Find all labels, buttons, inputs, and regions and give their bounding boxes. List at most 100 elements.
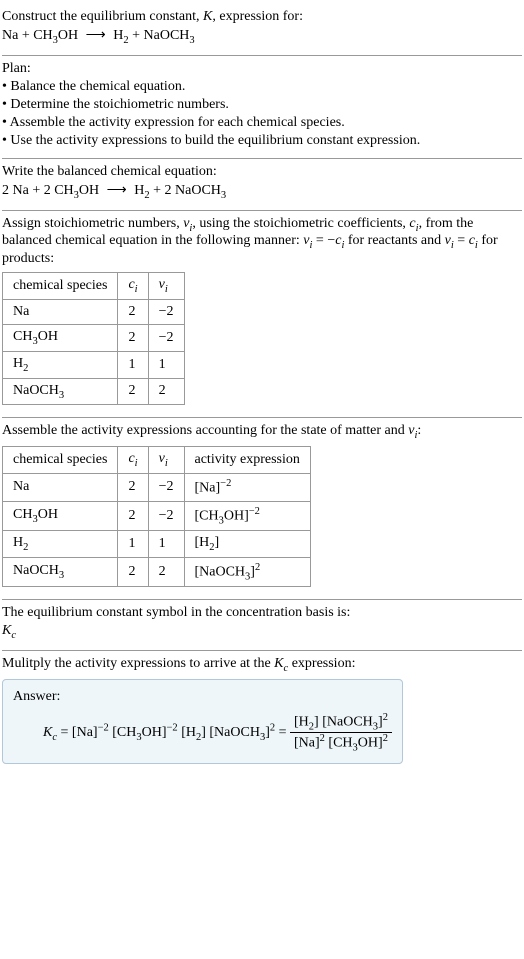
assemble-p1: Assemble the activity expressions accoun…	[2, 423, 408, 438]
act-s2: −2	[249, 506, 260, 517]
K: K	[274, 656, 283, 671]
act-a: [H	[195, 535, 210, 550]
sp-a: NaOCH	[13, 563, 59, 578]
n1a: [H	[294, 715, 309, 730]
bal-r2: + 2 NaOCH	[150, 183, 221, 198]
sp-s: 2	[23, 542, 28, 553]
cell-species: Na	[3, 473, 118, 501]
plan-bullet-3: • Assemble the activity expression for e…	[2, 114, 522, 132]
act-s: −2	[220, 478, 231, 489]
th-species: chemical species	[3, 273, 118, 300]
assemble-section: Assemble the activity expressions accoun…	[2, 418, 522, 599]
intro-section: Construct the equilibrium constant, K, e…	[2, 4, 522, 55]
numerator: [H2] [NaOCH3]2	[290, 712, 392, 733]
cell-nui: 1	[148, 531, 184, 558]
answer-box: Answer: Kc = [Na]−2 [CH3OH]−2 [H2] [NaOC…	[2, 679, 403, 764]
table-row: H2 1 1	[3, 351, 185, 378]
t1s: −2	[98, 722, 109, 733]
arrow-icon: ⟶	[82, 28, 110, 43]
cell-species: CH3OH	[3, 324, 118, 351]
assemble-text: Assemble the activity expressions accoun…	[2, 422, 522, 442]
t4a: [NaOCH	[206, 725, 260, 740]
Kc-a: K	[43, 725, 52, 740]
t2b: OH]	[142, 725, 167, 740]
sp-a: H	[13, 535, 23, 550]
plan-bullet-4: • Use the activity expressions to build …	[2, 132, 522, 150]
rel2c: =	[454, 233, 469, 248]
intro-title: Construct the equilibrium constant, K, e…	[2, 8, 522, 26]
act-s2: 2	[255, 562, 260, 573]
eq2: =	[275, 725, 290, 740]
act-a: [CH	[195, 508, 219, 523]
denominator: [Na]2 [CH3OH]2	[290, 733, 392, 753]
K: K	[2, 623, 11, 638]
th-activity: activity expression	[184, 447, 310, 474]
cell-activity: [H2]	[184, 531, 310, 558]
act-a: [NaOCH	[195, 565, 246, 580]
intro-K: K	[203, 9, 212, 24]
table-header-row: chemical species ci νi activity expressi…	[3, 447, 311, 474]
cell-ci: 1	[118, 351, 148, 378]
table-row: Na 2 −2	[3, 299, 185, 324]
cell-ci: 2	[118, 299, 148, 324]
cell-nui: 2	[148, 557, 184, 586]
eq-left: Na + CH	[2, 28, 53, 43]
stoich-table: chemical species ci νi Na 2 −2 CH3OH 2 −…	[2, 272, 185, 405]
intro-text-2: , expression for:	[212, 9, 303, 24]
t3a: [H	[178, 725, 196, 740]
sp-a: NaOCH	[13, 383, 59, 398]
cell-nui: 2	[148, 378, 184, 405]
ci-b: i	[135, 284, 138, 295]
mul-p1: Mulitply the activity expressions to arr…	[2, 656, 274, 671]
intro-text-1: Construct the equilibrium constant,	[2, 9, 203, 24]
nui-b: i	[165, 284, 168, 295]
assign-p4: for reactants and	[344, 233, 444, 248]
intro-equation: Na + CH3OH ⟶ H2 + NaOCH3	[2, 26, 522, 47]
sp-a: CH	[13, 329, 32, 344]
assign-text: Assign stoichiometric numbers, νi, using…	[2, 215, 522, 269]
plan-bullet-2: • Determine the stoichiometric numbers.	[2, 96, 522, 114]
bal-l2: OH	[79, 183, 99, 198]
balanced-section: Write the balanced chemical equation: 2 …	[2, 159, 522, 210]
ci-b: i	[135, 458, 138, 469]
d1a: [Na]	[294, 736, 320, 751]
cell-activity: [NaOCH3]2	[184, 557, 310, 586]
cell-species: Na	[3, 299, 118, 324]
t2s2: −2	[167, 722, 178, 733]
assign-section: Assign stoichiometric numbers, νi, using…	[2, 211, 522, 418]
table-row: Na 2 −2 [Na]−2	[3, 473, 311, 501]
plan-section: Plan: • Balance the chemical equation. •…	[2, 56, 522, 158]
sp-s: 2	[23, 363, 28, 374]
balanced-header: Write the balanced chemical equation:	[2, 163, 522, 181]
d2a: [CH	[325, 736, 353, 751]
sp-b: OH	[38, 507, 58, 522]
n2s2: 2	[383, 712, 388, 723]
eq-right2: + NaOCH	[129, 28, 190, 43]
rel1c: = −	[312, 233, 335, 248]
cell-species: CH3OH	[3, 501, 118, 530]
table-row: NaOCH3 2 2 [NaOCH3]2	[3, 557, 311, 586]
mul-p2: expression:	[288, 656, 355, 671]
d2s2: 2	[383, 733, 388, 744]
plan-header: Plan:	[2, 60, 522, 78]
bal-r1: H	[134, 183, 144, 198]
cell-nui: −2	[148, 473, 184, 501]
eq-right1: H	[113, 28, 123, 43]
cell-ci: 2	[118, 324, 148, 351]
th-ci: ci	[118, 447, 148, 474]
table-row: NaOCH3 2 2	[3, 378, 185, 405]
d2b: OH]	[358, 736, 383, 751]
table-header-row: chemical species ci νi	[3, 273, 185, 300]
cell-species: NaOCH3	[3, 557, 118, 586]
t2a: [CH	[109, 725, 137, 740]
cell-ci: 1	[118, 531, 148, 558]
Ks: c	[11, 630, 16, 641]
cell-ci: 2	[118, 473, 148, 501]
cell-species: NaOCH3	[3, 378, 118, 405]
cell-species: H2	[3, 351, 118, 378]
th-nui: νi	[148, 447, 184, 474]
table-row: CH3OH 2 −2	[3, 324, 185, 351]
cell-activity: [Na]−2	[184, 473, 310, 501]
cell-nui: −2	[148, 324, 184, 351]
assign-p2: , using the stoichiometric coefficients,	[192, 216, 409, 231]
